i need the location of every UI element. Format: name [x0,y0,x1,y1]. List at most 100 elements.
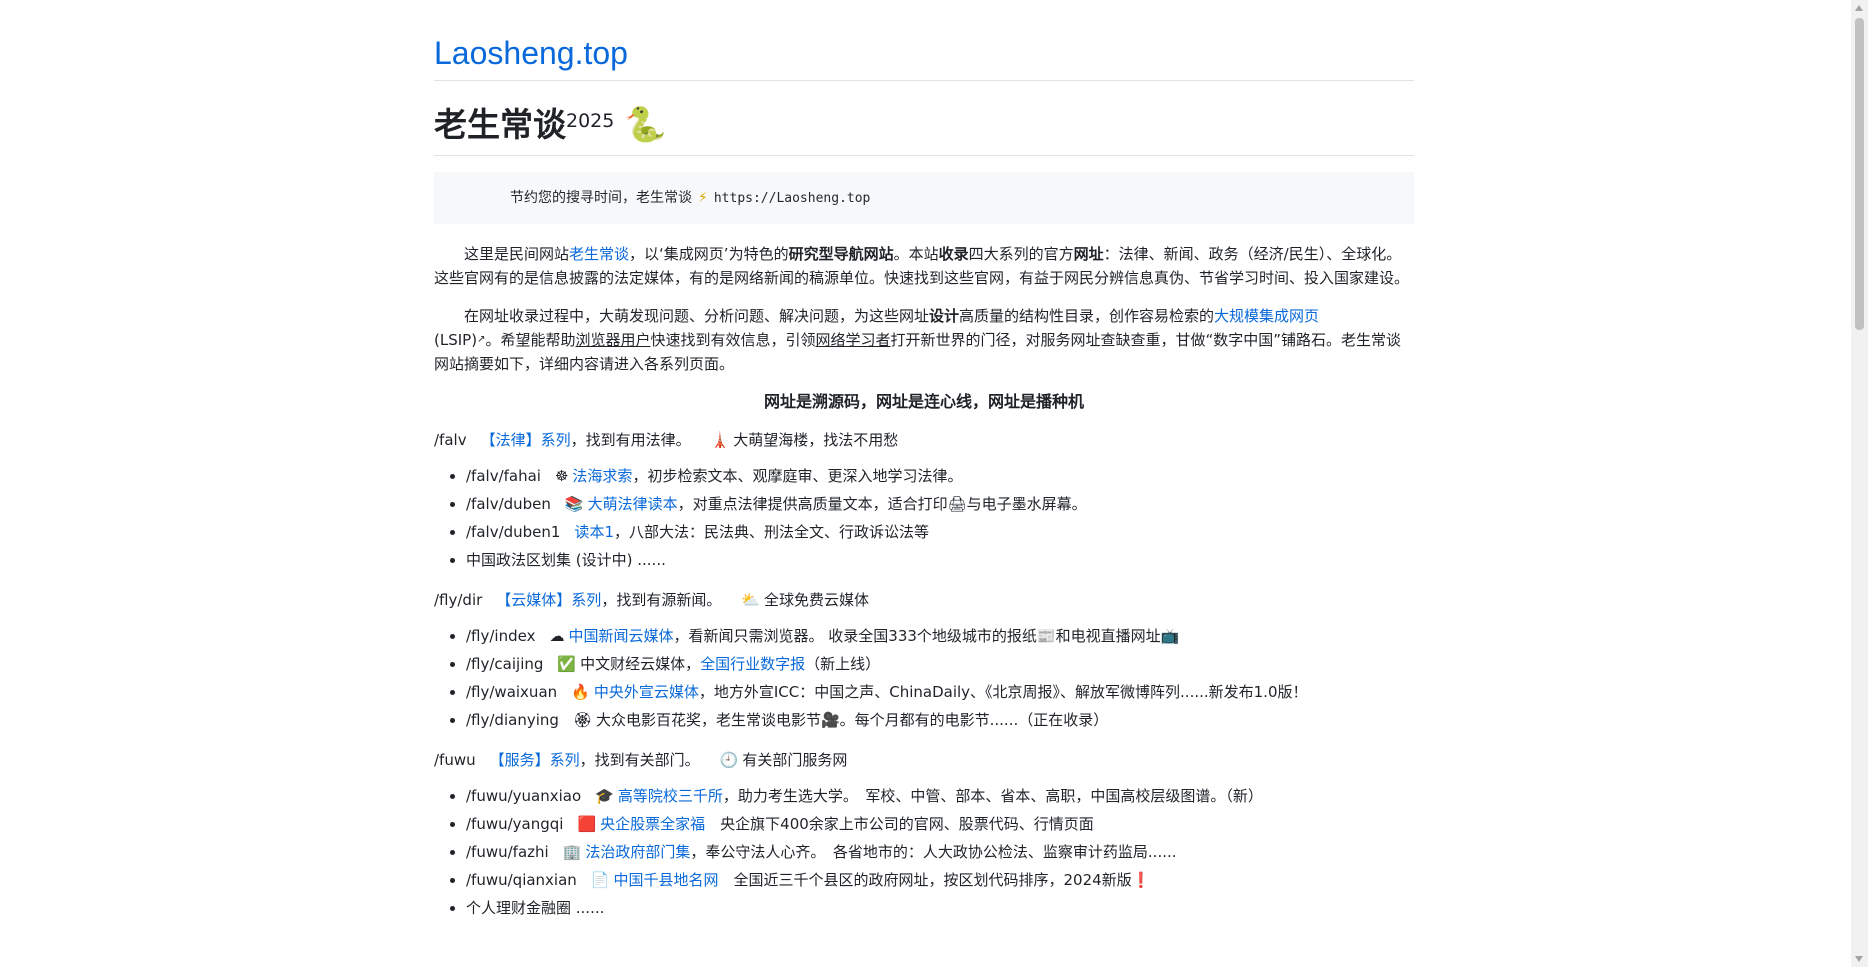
list-item: /fly/waixuan 🔥中央外宣云媒体，地方外宣ICC：中国之声、ChinaD… [466,678,1414,706]
item-path: /falv/duben1 [466,523,561,541]
item-link[interactable]: 法海求索 [572,467,632,485]
item-link[interactable]: 大萌法律读本 [588,495,678,513]
item-path: /fuwu/yangqi [466,815,564,833]
item-link[interactable]: 中国千县地名网 [614,871,719,889]
section-desc: ，找到有关部门。 [579,751,700,769]
intro-paragraph-1: 这里是民间网站老生常谈，以‘集成网页’为特色的研究型导航网站。本站收录四大系列的… [434,242,1414,290]
text: 快速找到有效信息，引领 [650,331,816,349]
lsip-link[interactable]: 大规模集成网页 [1214,307,1319,325]
underlined-text: 网络学习者 [815,331,891,349]
sun-cloud-icon: ⛅ [741,591,761,609]
list-item: /fuwu/fazhi 🏢法治政府部门集，奉公守法人心齐。 各省地市的：人大政协公… [466,838,1414,866]
section-fly: /fly/dir 【云媒体】系列，找到有源新闻。 ⛅ 全球免费云媒体 [434,588,1414,612]
tagline-url: https://Laosheng.top [713,191,871,206]
item-desc: ，对重点法律提供高质量文本，适合打印🖨与电子墨水屏幕。 [677,495,1087,513]
scroll-up-arrow-icon[interactable] [1855,5,1863,11]
books-icon: 📚 [564,495,584,513]
section-desc: ，找到有用法律。 [570,431,691,449]
item-path: /fuwu/yuanxiao [466,787,582,805]
item-path: /fly/dianying [466,711,559,729]
list-item: /falv/duben1 读本1，八部大法：民法典、刑法全文、行政诉讼法等 [466,518,1414,546]
list-item: /fly/index ☁中国新闻云媒体，看新闻只需浏览器。 收录全国333个地级城… [466,622,1414,650]
item-desc: 个人理财金融圈 ...... [466,899,605,917]
item-link[interactable]: 高等院校三千所 [618,787,723,805]
page-heading: 老生常谈2025 🐍 [434,81,1414,155]
item-path: /falv/duben [466,495,551,513]
tower-icon: 🗼 [710,431,730,449]
section-path: /falv [434,431,467,449]
site-title: Laosheng.top [434,0,1414,80]
item-desc: 中国政法区划集 (设计中) ...... [466,551,666,569]
fire-icon: 🔥 [571,683,590,701]
item-desc: ，八部大法：民法典、刑法全文、行政诉讼法等 [614,523,930,541]
year-superscript: 2025 [566,110,615,132]
section-link-falv[interactable]: 【法律】系列 [481,431,571,449]
flag-icon: 🟥 [577,815,597,833]
building-icon: 🏢 [562,843,582,861]
check-icon: ✅ [557,655,577,673]
graduate-icon: 🎓 [595,787,614,805]
tagline-text: 节约您的搜寻时间，老生常谈 [510,190,692,206]
page-content: Laosheng.top 老生常谈2025 🐍 节约您的搜寻时间，老生常谈 ⚡ htt… [434,0,1414,922]
text: ，以‘集成网页’为特色的 [629,245,789,263]
section-link-fuwu[interactable]: 【服务】系列 [490,751,580,769]
scroll-down-arrow-icon[interactable] [1855,956,1863,962]
item-desc: ，看新闻只需浏览器。 收录全国333个地级城市的报纸📰和电视直播网址📺 [673,627,1180,645]
list-item: 中国政法区划集 (设计中) ...... [466,546,1414,574]
laosheng-link[interactable]: 老生常谈 [569,245,629,263]
item-desc: 大众电影百花奖，老生常谈电影节🎥。每个月都有的电影节......（正在收录） [595,711,1109,729]
list-falv: /falv/fahai ☸法海求索，初步检索文本、观摩庭审、更深入地学习法律。 /… [434,462,1414,574]
text: 四大系列的官方 [968,245,1074,263]
item-link[interactable]: 中央外宣云媒体 [594,683,699,701]
item-desc: 央企旗下400余家上市公司的官网、股票代码、行情页面 [705,815,1094,833]
item-path: /fly/waixuan [466,683,558,701]
bold-text: 收录 [938,245,969,263]
item-desc: ，奉公守法人心齐。 各省地市的：人大政协公检法、监察审计药监局...... [690,843,1177,861]
page-title: 老生常谈 [434,105,566,144]
text: 。希望能帮助 [485,331,576,349]
section-path: /fuwu [434,751,476,769]
list-item: /fuwu/yuanxiao 🎓高等院校三千所，助力考生选大学。 军校、中管、部本… [466,782,1414,810]
section-link-fly[interactable]: 【云媒体】系列 [496,591,601,609]
list-item: /falv/fahai ☸法海求索，初步检索文本、观摩庭审、更深入地学习法律。 [466,462,1414,490]
text: 高质量的结构性目录，创作容易检索的 [959,307,1215,325]
section-path: /fly/dir [434,591,483,609]
section-falv: /falv 【法律】系列，找到有用法律。 🗼 大萌望海楼，找法不用愁 [434,428,1414,452]
intro-paragraph-2: 在网址收录过程中，大萌发现问题、分析问题、解决问题，为这些网址设计高质量的结构性… [434,304,1414,376]
item-desc: ，初步检索文本、观摩庭审、更深入地学习法律。 [632,467,963,485]
list-item: /fuwu/yangqi 🟥央企股票全家福 央企旗下400余家上市公司的官网、股票… [466,810,1414,838]
motto: 网址是溯源码，网址是连心线，网址是播种机 [763,392,1084,411]
item-link[interactable]: 读本1 [574,523,614,541]
item-link[interactable]: 全国行业数字报 [700,655,805,673]
site-title-link[interactable]: Laosheng.top [434,35,628,71]
list-item: /fly/dianying 🏵大众电影百花奖，老生常谈电影节🎥。每个月都有的电影节… [466,706,1414,734]
section-tag: 有关部门服务网 [742,751,848,769]
item-path: /fly/index [466,627,536,645]
list-item: /falv/duben 📚大萌法律读本，对重点法律提供高质量文本，适合打印🖨与电子… [466,490,1414,518]
bold-text: 研究型导航网站 [788,245,894,263]
tagline-block: 节约您的搜寻时间，老生常谈 ⚡ https://Laosheng.top [434,172,1414,224]
underlined-text: 浏览器用户 [575,331,651,349]
section-tag: 全球免费云媒体 [764,591,870,609]
text: 在网址收录过程中，大萌发现问题、分析问题、解决问题，为这些网址 [464,307,930,325]
vertical-scrollbar[interactable] [1851,0,1868,967]
item-desc: 全国近三千个县区的政府网址，按区划代码排序，2024新版❗ [718,871,1151,889]
text: 。本站 [893,245,939,263]
list-item: /fly/caijing ✅中文财经云媒体，全国行业数字报（新上线） [466,650,1414,678]
flower-icon: 🏵 [572,711,592,729]
item-desc: 中文财经云媒体， [580,655,701,673]
list-fly: /fly/index ☁中国新闻云媒体，看新闻只需浏览器。 收录全国333个地级城… [434,622,1414,734]
section-fuwu: /fuwu 【服务】系列，找到有关部门。 🕘 有关部门服务网 [434,748,1414,772]
snake-icon: 🐍 [624,105,667,145]
item-link[interactable]: 法治政府部门集 [585,843,690,861]
bold-text: 设计 [929,307,960,325]
item-path: /fly/caijing [466,655,544,673]
item-link[interactable]: 央企股票全家福 [600,815,705,833]
item-path: /fuwu/fazhi [466,843,549,861]
section-tag: 大萌望海楼，找法不用愁 [733,431,899,449]
scrollbar-thumb[interactable] [1855,18,1864,330]
item-desc: ，助力考生选大学。 军校、中管、部本、省本、高职，中国高校层级图谱。（新） [722,787,1263,805]
item-desc: ，地方外宣ICC：中国之声、ChinaDaily、《北京周报》、解放军微博阵列.… [698,683,1308,701]
divider [434,155,1414,156]
item-link[interactable]: 中国新闻云媒体 [568,627,673,645]
